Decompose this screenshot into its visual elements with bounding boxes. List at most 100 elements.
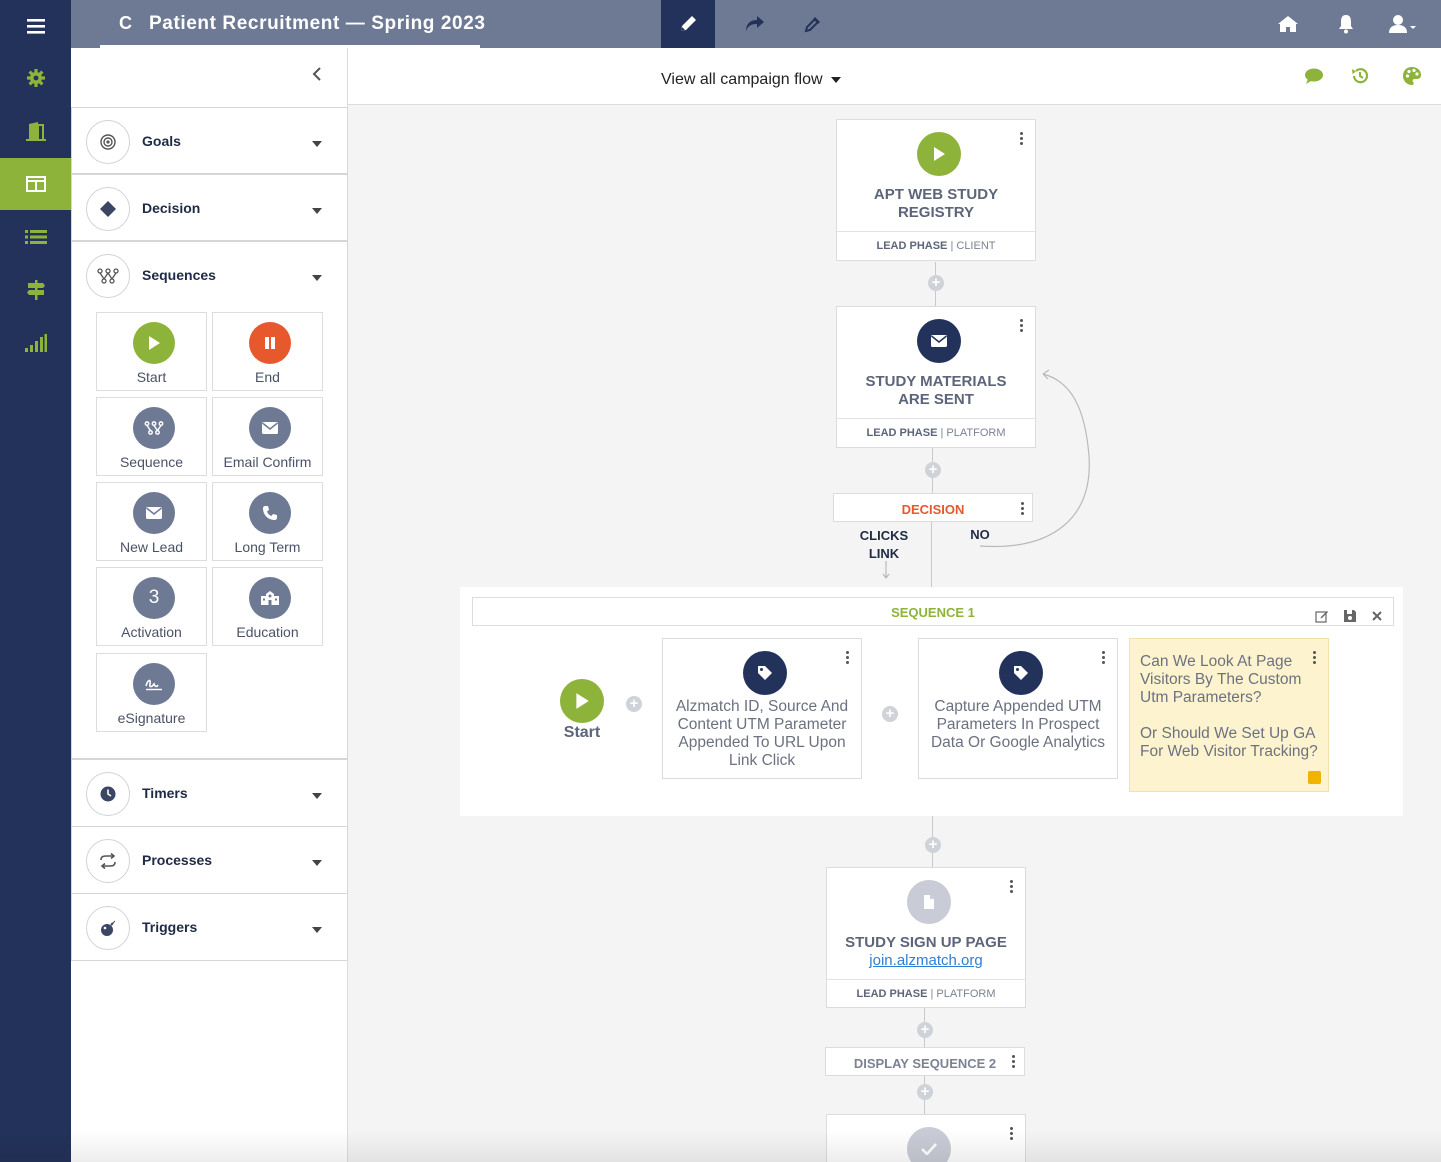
clock-icon	[86, 772, 130, 816]
tile-end[interactable]: End	[212, 312, 323, 391]
tile-long-term[interactable]: Long Term	[212, 482, 323, 561]
sticky-note[interactable]: Can We Look At Page Visitors By The Cust…	[1129, 638, 1329, 792]
section-decision[interactable]: Decision	[71, 174, 348, 241]
node-title-line: STUDY MATERIALS	[865, 373, 1007, 390]
node-owner: PLATFORM	[946, 427, 1006, 439]
history-icon[interactable]	[1350, 66, 1370, 91]
display-sequence-label: DISPLAY SEQUENCE 2	[853, 1056, 997, 1071]
node-owner: PLATFORM	[936, 988, 996, 1000]
decision-branch-yes[interactable]: CLICKS LINK	[850, 527, 918, 563]
clicks-link-arrow	[882, 561, 890, 579]
save-icon[interactable]	[1343, 604, 1357, 633]
tile-label: New Lead	[119, 539, 184, 555]
add-step-button[interactable]: +	[626, 696, 642, 712]
section-sequences[interactable]: Sequences Start End Sequence Email Confi…	[71, 241, 348, 759]
gear-icon[interactable]	[0, 52, 71, 104]
play-icon	[917, 132, 961, 176]
signal-icon[interactable]	[0, 317, 71, 369]
more-options-icon[interactable]	[1021, 502, 1025, 516]
campaign-title-tab[interactable]: C Patient Recruitment — Spring 2023	[100, 0, 485, 48]
decision-node[interactable]: DECISION	[833, 493, 1033, 522]
canvas-header: View all campaign flow	[348, 48, 1441, 105]
tile-label: Sequence	[119, 454, 184, 470]
decision-branch-no[interactable]: NO	[960, 527, 1000, 542]
app-window: C Patient Recruitment — Spring 2023 Goal…	[0, 0, 1441, 1162]
section-processes[interactable]: Processes	[71, 826, 348, 894]
close-icon[interactable]	[1370, 604, 1384, 633]
signpost-icon[interactable]	[0, 264, 71, 316]
section-label: Goals	[142, 133, 181, 149]
pencil-icon[interactable]	[661, 0, 715, 48]
more-options-icon[interactable]	[1313, 651, 1317, 665]
more-options-icon[interactable]	[1020, 132, 1024, 146]
section-label: Decision	[142, 200, 201, 216]
share-icon[interactable]	[728, 0, 782, 48]
note-text: Can We Look At Page Visitors By The Cust…	[1140, 653, 1318, 760]
section-goals[interactable]: Goals	[71, 107, 348, 174]
repeat-icon	[86, 839, 130, 883]
tag-icon	[743, 651, 787, 695]
node-phase: LEAD PHASE	[866, 427, 938, 439]
flow-node-study-materials-are-sent[interactable]: STUDY MATERIALS ARE SENT LEAD PHASE | PL…	[836, 306, 1036, 448]
node-title-line: ARE SENT	[898, 391, 974, 408]
document-icon	[907, 880, 951, 924]
tile-start[interactable]: Start	[96, 312, 207, 391]
play-icon	[133, 322, 175, 364]
flow-node-apt-web-study-registry[interactable]: APT WEB STUDY REGISTRY LEAD PHASE | CLIE…	[836, 119, 1036, 261]
tile-esignature[interactable]: eSignature	[96, 653, 207, 732]
tile-education[interactable]: Education	[212, 567, 323, 646]
sequence-container: SEQUENCE 1 Start + Alzmatch ID, Source A…	[460, 587, 1403, 816]
section-triggers[interactable]: Triggers	[71, 893, 348, 961]
chevron-down-icon	[312, 860, 322, 866]
list-icon[interactable]	[0, 211, 71, 263]
sequence-icon	[133, 407, 175, 449]
add-step-button[interactable]: +	[925, 462, 941, 478]
envelope-icon	[133, 492, 175, 534]
flow-node-study-sign-up-page[interactable]: STUDY SIGN UP PAGE join.alzmatch.org LEA…	[826, 867, 1026, 1008]
more-options-icon[interactable]	[846, 651, 850, 665]
collapse-panel-icon[interactable]	[311, 66, 323, 87]
tile-email-confirm[interactable]: Email Confirm	[212, 397, 323, 476]
section-label: Triggers	[142, 919, 198, 935]
bell-icon[interactable]	[1319, 0, 1373, 48]
tile-new-lead[interactable]: New Lead	[96, 482, 207, 561]
node-link[interactable]: join.alzmatch.org	[827, 952, 1025, 969]
add-step-button[interactable]: +	[928, 275, 944, 291]
add-step-button[interactable]: +	[882, 706, 898, 722]
number-three-glyph: 3	[148, 587, 160, 608]
pause-icon	[249, 322, 291, 364]
sequence-step-capture-utm[interactable]: Capture Appended UTM Parameters In Prosp…	[918, 638, 1118, 779]
more-options-icon[interactable]	[1010, 880, 1014, 894]
edit-icon[interactable]	[1315, 604, 1329, 633]
tile-activation[interactable]: 3 Activation	[96, 567, 207, 646]
tile-sequence[interactable]: Sequence	[96, 397, 207, 476]
number-three-icon: 3	[133, 577, 175, 619]
comment-icon[interactable]	[1304, 67, 1324, 90]
home-icon[interactable]	[1261, 0, 1315, 48]
more-options-icon[interactable]	[1012, 1055, 1016, 1069]
add-step-button[interactable]: +	[917, 1084, 933, 1100]
eyedropper-icon[interactable]	[786, 0, 840, 48]
node-title-line: REGISTRY	[897, 204, 975, 221]
more-options-icon[interactable]	[1020, 319, 1024, 333]
user-icon[interactable]	[1376, 0, 1430, 48]
more-options-icon[interactable]	[1102, 651, 1106, 665]
node-footer: LEAD PHASE | CLIENT	[837, 231, 1035, 259]
sequence-step-utm-append[interactable]: Alzmatch ID, Source And Content UTM Para…	[662, 638, 862, 779]
play-icon[interactable]	[560, 679, 604, 723]
menu-icon[interactable]	[0, 0, 71, 52]
view-flow-dropdown[interactable]: View all campaign flow	[661, 71, 842, 89]
display-sequence-node[interactable]: DISPLAY SEQUENCE 2	[825, 1047, 1025, 1076]
add-step-button[interactable]: +	[917, 1022, 933, 1038]
side-panel: Goals Decision Sequences Start End Seque…	[71, 105, 348, 1162]
door-icon[interactable]	[0, 105, 71, 157]
board-icon[interactable]	[0, 158, 71, 210]
section-timers[interactable]: Timers	[71, 759, 348, 827]
add-step-button[interactable]: +	[925, 837, 941, 853]
tile-label: eSignature	[117, 710, 186, 726]
tile-label: Start	[136, 369, 167, 385]
decision-label: DECISION	[901, 502, 965, 517]
palette-icon[interactable]	[1402, 66, 1422, 91]
node-title-line: APT WEB STUDY	[873, 186, 999, 203]
envelope-icon	[917, 319, 961, 363]
